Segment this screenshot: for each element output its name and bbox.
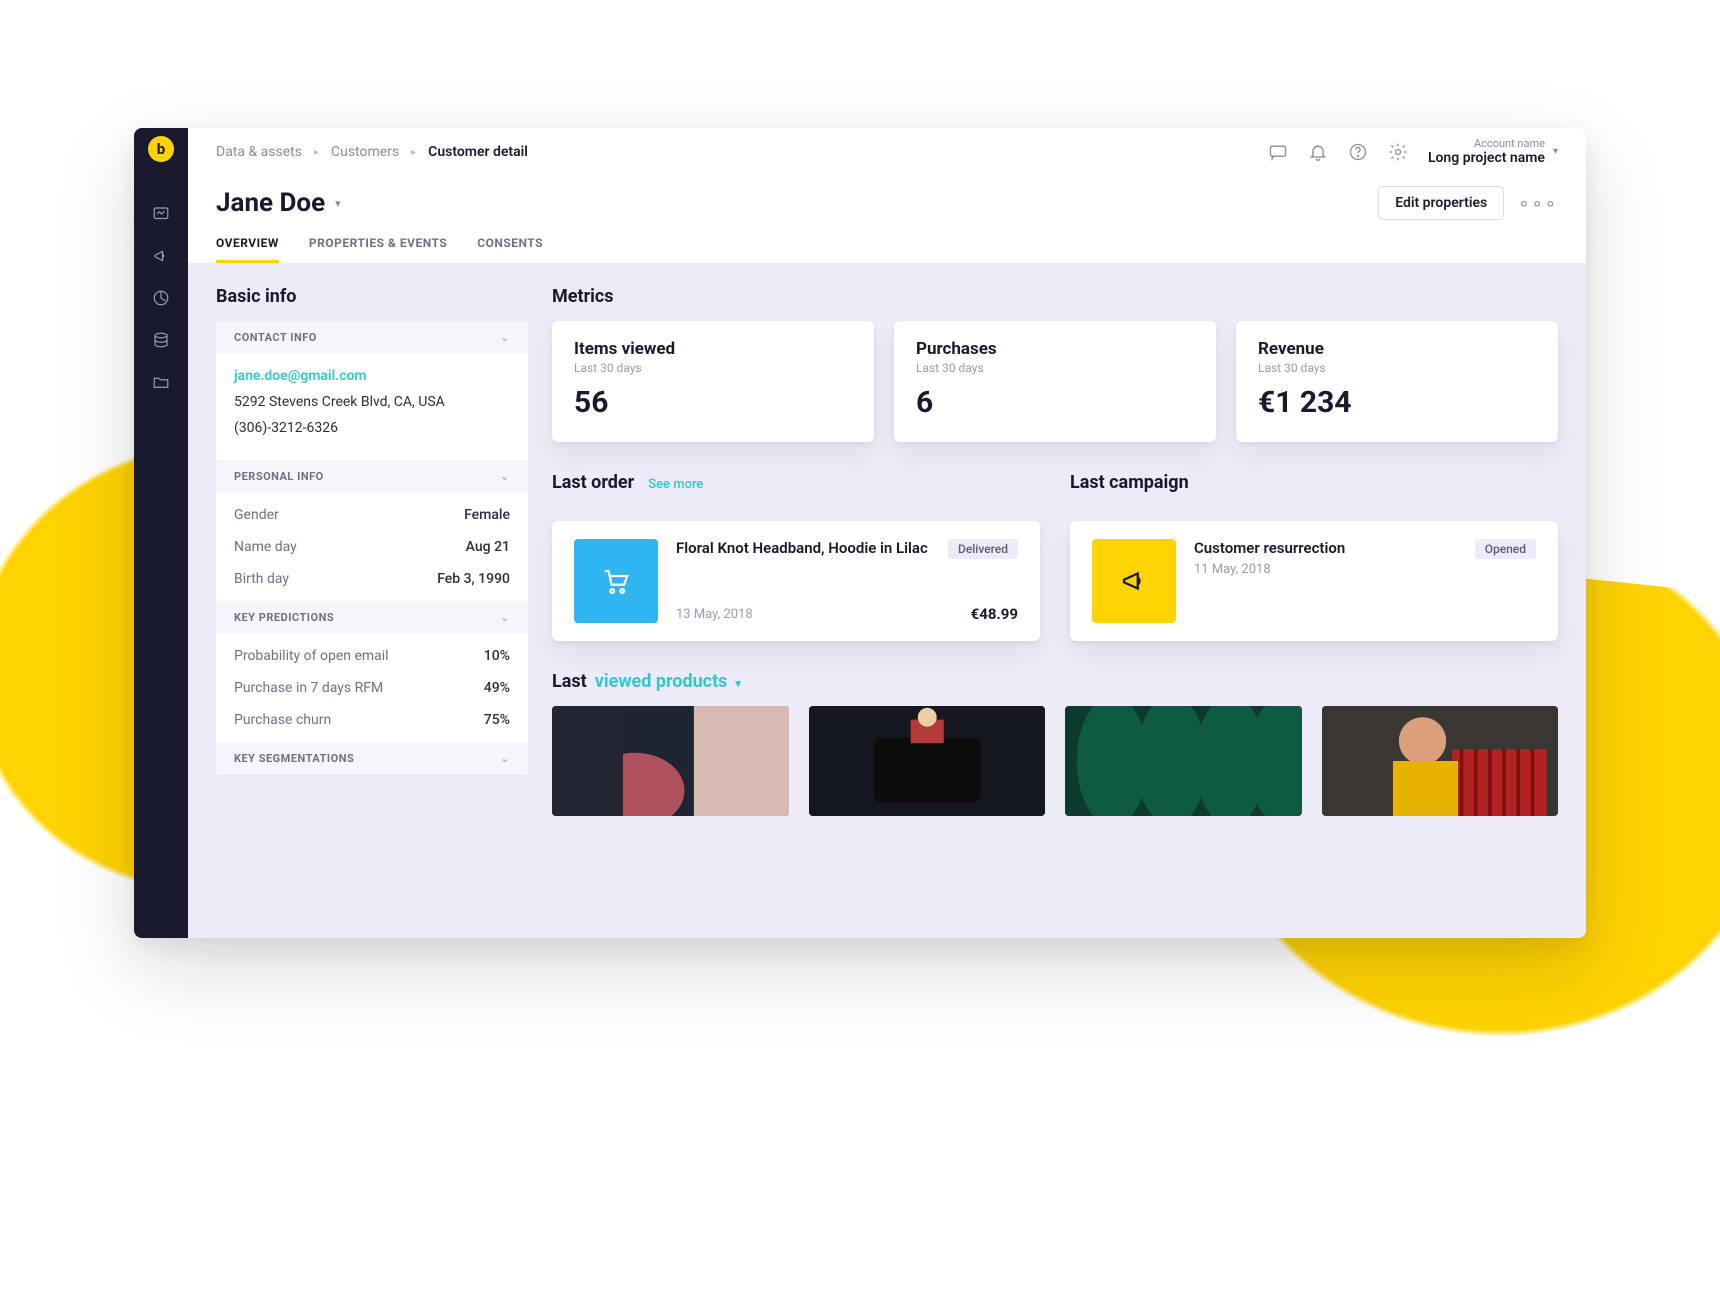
product-thumb[interactable] [552, 706, 789, 816]
chevron-down-icon: ⌄ [500, 331, 510, 344]
key-predictions-header[interactable]: KEY PREDICTIONS ⌄ [216, 601, 528, 634]
tab-consents[interactable]: CONSENTS [477, 230, 543, 263]
order-status-badge: Delivered [948, 539, 1018, 559]
last-order-card[interactable]: Floral Knot Headband, Hoodie in Lilac De… [552, 521, 1040, 641]
folder-icon[interactable] [151, 372, 171, 392]
last-order-title: Last order [552, 472, 634, 493]
metric-items-viewed[interactable]: Items viewed Last 30 days 56 [552, 321, 874, 442]
product-thumb[interactable] [1065, 706, 1302, 816]
metric-purchases[interactable]: Purchases Last 30 days 6 [894, 321, 1216, 442]
chevron-down-icon: ⌄ [500, 611, 510, 624]
breadcrumb-current: Customer detail [428, 144, 528, 160]
analytics-icon[interactable] [151, 288, 171, 308]
page-title: Jane Doe [216, 188, 325, 218]
last-campaign-section: Last campaign Customer resurrection [1070, 472, 1558, 641]
contact-info-body: jane.doe@gmail.com 5292 Stevens Creek Bl… [216, 354, 528, 460]
chevron-down-icon: ⌄ [500, 470, 510, 483]
chevron-down-icon: ⌄ [500, 752, 510, 765]
notifications-icon[interactable] [1308, 142, 1328, 162]
campaign-date: 11 May, 2018 [1194, 562, 1345, 577]
campaigns-icon[interactable] [151, 246, 171, 266]
topbar-actions: Account name Long project name ▾ [1268, 137, 1558, 167]
lvp-dropdown[interactable]: viewed products [595, 671, 728, 692]
messages-icon[interactable] [1268, 142, 1288, 162]
app-window: b Data & assets ▸ Customers ▸ Customer d… [134, 128, 1586, 938]
see-more-link[interactable]: See more [648, 477, 703, 492]
kv-row: Purchase in 7 days RFM49% [216, 672, 528, 704]
campaign-status-badge: Opened [1475, 539, 1536, 559]
key-segmentations-header[interactable]: KEY SEGMENTATIONS ⌄ [216, 742, 528, 775]
kv-row: Purchase churn75% [216, 704, 528, 736]
cart-icon [574, 539, 658, 623]
lvp-header[interactable]: Last viewed products ▾ [552, 671, 1558, 692]
tab-properties-events[interactable]: PROPERTIES & EVENTS [309, 230, 447, 263]
order-price: €48.99 [971, 605, 1018, 623]
tab-overview[interactable]: OVERVIEW [216, 230, 279, 263]
breadcrumb-sep: ▸ [314, 147, 319, 158]
kv-row: GenderFemale [216, 499, 528, 531]
more-actions-icon[interactable]: ∘∘∘ [1518, 193, 1558, 214]
basic-info-title: Basic info [216, 286, 528, 307]
topbar: Data & assets ▸ Customers ▸ Customer det… [188, 128, 1586, 176]
account-caret-icon: ▾ [1553, 146, 1558, 158]
product-thumbnails [552, 706, 1558, 816]
breadcrumb: Data & assets ▸ Customers ▸ Customer det… [216, 144, 528, 160]
brand-logo[interactable]: b [148, 136, 174, 162]
megaphone-icon [1092, 539, 1176, 623]
title-row: Jane Doe ▾ Edit properties ∘∘∘ [188, 176, 1586, 220]
basic-info-column: Basic info CONTACT INFO ⌄ jane.doe@gmail… [188, 264, 528, 938]
right-column: Metrics Items viewed Last 30 days 56 Pur… [528, 264, 1586, 938]
personal-info-body: GenderFemale Name dayAug 21 Birth dayFeb… [216, 493, 528, 601]
order-items: Floral Knot Headband, Hoodie in Lilac [676, 539, 928, 559]
order-date: 13 May, 2018 [676, 607, 753, 622]
dashboard-icon[interactable] [151, 204, 171, 224]
data-icon[interactable] [151, 330, 171, 350]
main: Data & assets ▸ Customers ▸ Customer det… [188, 128, 1586, 938]
customer-email[interactable]: jane.doe@gmail.com [234, 368, 510, 384]
body: Basic info CONTACT INFO ⌄ jane.doe@gmail… [188, 264, 1586, 938]
kv-row: Probability of open email10% [216, 640, 528, 672]
contact-info-header[interactable]: CONTACT INFO ⌄ [216, 321, 528, 354]
last-campaign-title: Last campaign [1070, 472, 1189, 493]
last-viewed-products: Last viewed products ▾ [552, 671, 1558, 816]
project-name: Long project name [1428, 150, 1545, 167]
last-campaign-card[interactable]: Customer resurrection 11 May, 2018 Opene… [1070, 521, 1558, 641]
metric-revenue[interactable]: Revenue Last 30 days €1 234 [1236, 321, 1558, 442]
chevron-down-icon: ▾ [735, 677, 741, 690]
settings-icon[interactable] [1388, 142, 1408, 162]
edit-properties-button[interactable]: Edit properties [1378, 186, 1504, 220]
breadcrumb-root[interactable]: Data & assets [216, 144, 302, 160]
breadcrumb-sep: ▸ [411, 147, 416, 158]
key-predictions-body: Probability of open email10% Purchase in… [216, 634, 528, 742]
last-order-section: Last order See more Floral Knot Headband… [552, 472, 1040, 641]
campaign-name: Customer resurrection [1194, 539, 1345, 559]
product-thumb[interactable] [809, 706, 1046, 816]
account-switcher[interactable]: Account name Long project name ▾ [1428, 137, 1558, 167]
personal-info-header[interactable]: PERSONAL INFO ⌄ [216, 460, 528, 493]
product-thumb[interactable] [1322, 706, 1559, 816]
basic-info-panel: CONTACT INFO ⌄ jane.doe@gmail.com 5292 S… [216, 321, 528, 775]
kv-row: Birth dayFeb 3, 1990 [216, 563, 528, 595]
account-label: Account name [1428, 137, 1545, 150]
help-icon[interactable] [1348, 142, 1368, 162]
customer-phone: (306)-3212-6326 [234, 420, 510, 436]
customer-address: 5292 Stevens Creek Blvd, CA, USA [234, 394, 510, 410]
metrics-title: Metrics [552, 286, 1558, 307]
title-dropdown-icon[interactable]: ▾ [335, 197, 341, 210]
tabs: OVERVIEW PROPERTIES & EVENTS CONSENTS [188, 220, 1586, 264]
kv-row: Name dayAug 21 [216, 531, 528, 563]
breadcrumb-level2[interactable]: Customers [331, 144, 399, 160]
metrics-row: Items viewed Last 30 days 56 Purchases L… [552, 321, 1558, 442]
sidebar: b [134, 128, 188, 938]
